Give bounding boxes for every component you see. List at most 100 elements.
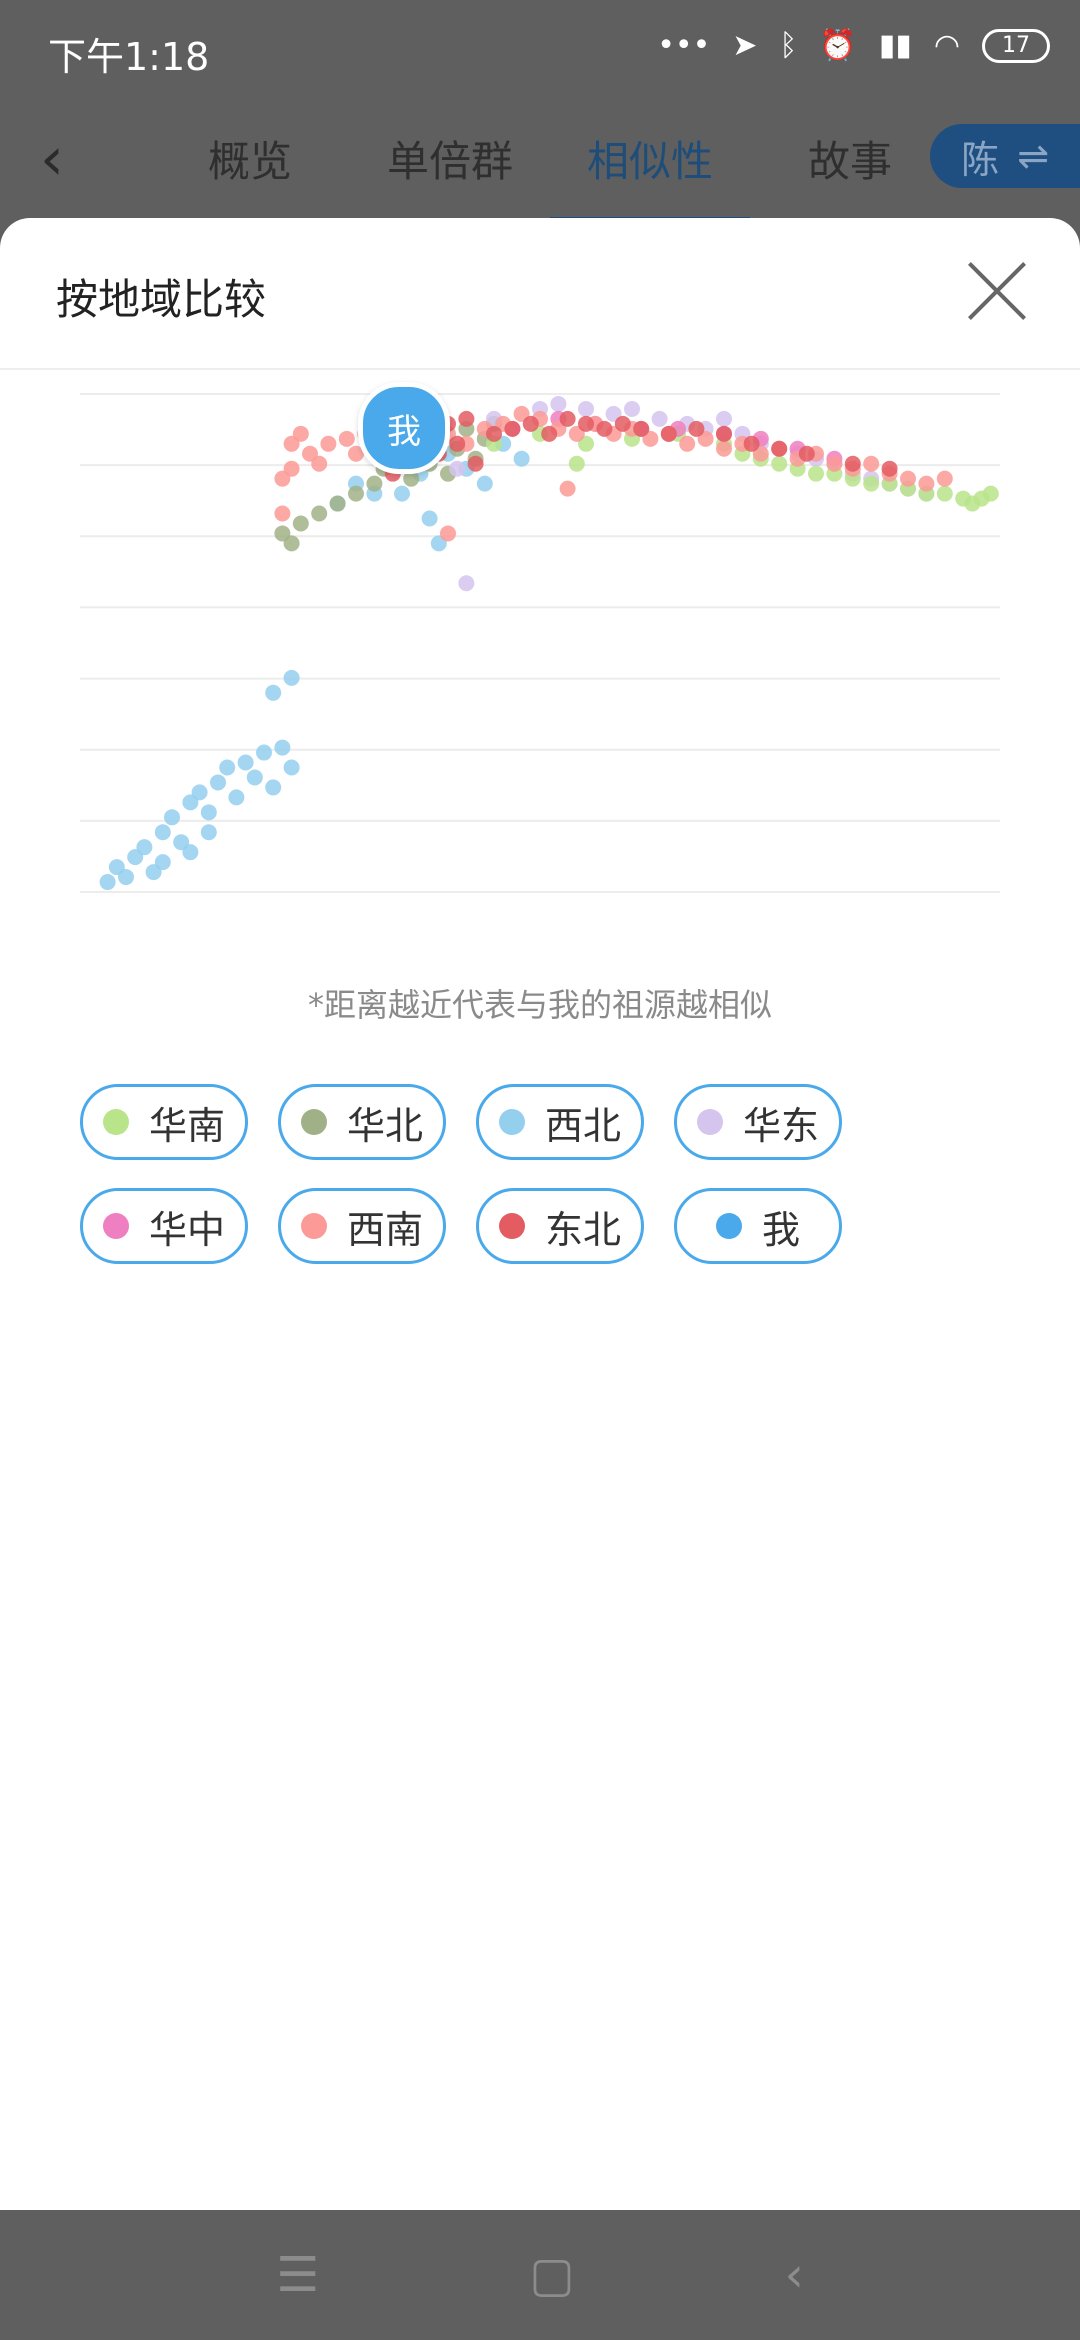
legend-chip[interactable]: 东北 (476, 1188, 644, 1264)
scatter-point (118, 869, 134, 886)
me-marker: 我 (358, 382, 450, 474)
scatter-point (311, 505, 328, 522)
scatter-point (283, 460, 300, 477)
scatter-point (614, 415, 631, 432)
scatter-point (798, 445, 815, 462)
scatter-point (863, 455, 880, 472)
legend-label: 西南 (346, 1207, 423, 1252)
legend-chip[interactable]: 华南 (80, 1084, 248, 1160)
scatter-point (513, 450, 530, 467)
scatter-point (292, 425, 309, 442)
scatter-point (154, 854, 171, 871)
tab-story[interactable]: 故事 (750, 128, 950, 189)
scatter-point (550, 395, 567, 412)
back-icon[interactable]: ‹ (785, 2247, 804, 2303)
scatter-point (136, 839, 153, 856)
scatter-point (826, 455, 843, 472)
scatter-point (881, 460, 898, 477)
back-arrow-icon[interactable]: ‹ (40, 124, 64, 194)
scatter-point (274, 505, 291, 522)
more-icon: ••• (657, 28, 711, 63)
status-bar: 下午1:18 ••• ➤ ᛒ ⏰ ▮▮ ◠ 17 (0, 0, 1080, 100)
scatter-point (458, 575, 475, 592)
scatter-point (624, 400, 640, 417)
legend-dot (498, 1213, 525, 1239)
home-icon[interactable]: ▢ (529, 2247, 574, 2303)
status-icons: ••• ➤ ᛒ ⏰ ▮▮ ◠ 17 (657, 28, 1050, 63)
scatter-point (292, 515, 309, 532)
close-icon[interactable] (962, 256, 1032, 326)
tab-bar: 概览 单倍群 相似性 故事 (150, 128, 950, 223)
scatter-point (743, 435, 760, 452)
scatter-point (633, 420, 650, 437)
legend-label: 我 (761, 1207, 800, 1252)
scatter-point (440, 525, 456, 542)
signal-icon: ▮▮ (878, 28, 912, 63)
scatter-point (237, 754, 254, 771)
legend-chip[interactable]: 华中 (80, 1188, 248, 1264)
tab-haplogroup[interactable]: 单倍群 (350, 128, 550, 189)
legend-dot (102, 1109, 129, 1135)
battery-icon: 17 (982, 28, 1050, 63)
scatter-point (900, 470, 916, 487)
scatter-point (716, 410, 732, 427)
switch-label: 陈 (961, 137, 1000, 182)
scatter-point (504, 420, 521, 437)
scatter-point (99, 874, 116, 891)
scatter-point (578, 400, 594, 417)
legend-chip[interactable]: 西北 (476, 1084, 644, 1160)
scatter-point (283, 669, 300, 686)
legend-label: 华东 (742, 1103, 819, 1148)
scatter-point (596, 420, 613, 437)
location-arrow-icon: ➤ (732, 28, 758, 63)
system-nav-bar: ☰ ▢ ‹ (0, 2210, 1080, 2340)
scatter-point (559, 480, 576, 497)
scatter-point (348, 485, 364, 502)
scatter-point (228, 789, 245, 806)
scatter-point (936, 470, 953, 487)
scatter-point (329, 495, 346, 512)
scatter-point (716, 425, 732, 442)
scatter-point (449, 435, 466, 452)
scatter-point (182, 844, 199, 861)
legend-chip[interactable]: 华北 (278, 1084, 446, 1160)
legend-dot (300, 1109, 327, 1135)
legend-dot (102, 1213, 129, 1239)
scatter-point (200, 824, 217, 841)
scatter-point (771, 455, 788, 472)
battery-level: 17 (1002, 33, 1030, 58)
scatter-point (578, 415, 594, 432)
switch-profile-button[interactable]: 陈 ⇌ (930, 124, 1080, 188)
legend-label: 华中 (148, 1207, 225, 1252)
scatter-point (651, 410, 668, 427)
scatter-point (311, 455, 328, 472)
scatter-point (541, 425, 558, 442)
top-nav: ‹ 概览 单倍群 相似性 故事 陈 ⇌ (0, 100, 1080, 223)
scatter-point (265, 684, 282, 701)
tab-overview[interactable]: 概览 (150, 128, 350, 189)
scatter-point (256, 744, 272, 761)
legend-label: 华南 (148, 1103, 225, 1148)
legend-chip[interactable]: 华东 (674, 1084, 842, 1160)
scatter-point (210, 774, 226, 791)
scatter-point (320, 435, 337, 452)
tab-similarity[interactable]: 相似性 (550, 128, 750, 223)
legend-dot (715, 1213, 742, 1239)
status-time: 下午1:18 (48, 35, 210, 79)
scatter-point (283, 759, 300, 776)
menu-icon[interactable]: ☰ (276, 2247, 319, 2303)
scatter-point (274, 739, 291, 756)
scatter-point (844, 455, 861, 472)
scatter-point (338, 430, 355, 447)
legend-chip[interactable]: 西南 (278, 1188, 446, 1264)
similarity-note: *距离越近代表与我的祖源越相似 (307, 986, 772, 1024)
scatter-point (200, 804, 217, 821)
scatter-point (467, 455, 484, 472)
scatter-point (394, 485, 410, 502)
legend-chip[interactable]: 我 (674, 1188, 842, 1264)
legend-label: 东北 (544, 1207, 621, 1252)
scatter-point (559, 410, 576, 427)
scatter-point (982, 485, 999, 502)
scatter-point (568, 455, 585, 472)
legend-label: 西北 (544, 1103, 621, 1148)
